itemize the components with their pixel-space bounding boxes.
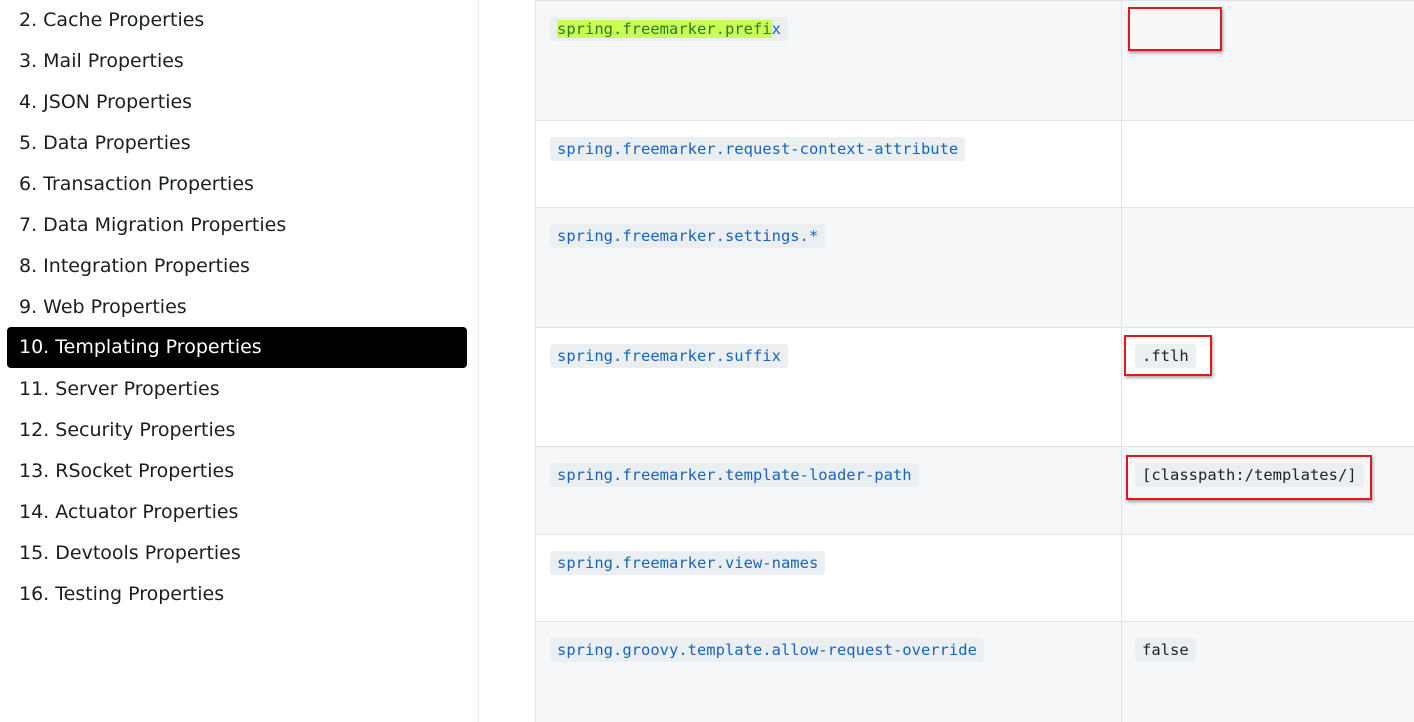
sidebar-item-actuator-properties[interactable]: 14. Actuator Properties — [7, 492, 467, 533]
column-divider — [1121, 1, 1122, 120]
table-row: spring.freemarker.settings.* — [536, 208, 1414, 328]
annotation-box-suffix — [1124, 335, 1212, 376]
sidebar-item-security-properties[interactable]: 12. Security Properties — [7, 410, 467, 451]
column-divider — [1121, 622, 1122, 722]
search-highlight: spring.freemarker.prefi — [557, 20, 772, 38]
sidebar-item-mail-properties[interactable]: 3. Mail Properties — [7, 41, 467, 82]
table-row: spring.freemarker.prefix — [536, 0, 1414, 121]
sidebar-item-server-properties[interactable]: 11. Server Properties — [7, 369, 467, 410]
sidebar-item-cache-properties[interactable]: 2. Cache Properties — [7, 0, 467, 41]
properties-table: spring.freemarker.prefix spring.freemark… — [535, 0, 1414, 722]
sidebar-item-web-properties[interactable]: 9. Web Properties — [7, 287, 467, 328]
sidebar-item-json-properties[interactable]: 4. JSON Properties — [7, 82, 467, 123]
sidebar-nav: 2. Cache Properties 3. Mail Properties 4… — [0, 0, 479, 722]
property-name: spring.freemarker.template-loader-path — [550, 463, 919, 487]
property-name: spring.freemarker.request-context-attrib… — [550, 137, 966, 161]
property-name: spring.freemarker.settings.* — [550, 224, 826, 248]
table-row: spring.freemarker.request-context-attrib… — [536, 121, 1414, 208]
sidebar-item-integration-properties[interactable]: 8. Integration Properties — [7, 246, 467, 287]
sidebar-item-data-properties[interactable]: 5. Data Properties — [7, 123, 467, 164]
table-row: spring.groovy.template.allow-request-ove… — [536, 622, 1414, 722]
sidebar-item-rsocket-properties[interactable]: 13. RSocket Properties — [7, 451, 467, 492]
property-name: spring.groovy.template.allow-request-ove… — [550, 638, 984, 662]
table-row: spring.freemarker.suffix .ftlh — [536, 328, 1414, 447]
column-divider — [1121, 535, 1122, 621]
column-divider — [1121, 208, 1122, 327]
sidebar-item-transaction-properties[interactable]: 6. Transaction Properties — [7, 164, 467, 205]
property-name: spring.freemarker.prefix — [550, 17, 788, 41]
default-value: false — [1135, 638, 1196, 662]
property-name: spring.freemarker.suffix — [550, 344, 788, 368]
column-divider — [1121, 447, 1122, 534]
sidebar-item-testing-properties[interactable]: 16. Testing Properties — [7, 574, 467, 615]
column-divider — [1121, 121, 1122, 207]
sidebar-item-data-migration-properties[interactable]: 7. Data Migration Properties — [7, 205, 467, 246]
column-divider — [1121, 328, 1122, 446]
sidebar-item-devtools-properties[interactable]: 15. Devtools Properties — [7, 533, 467, 574]
sidebar-item-templating-properties[interactable]: 10. Templating Properties — [7, 327, 467, 368]
table-row: spring.freemarker.view-names — [536, 535, 1414, 622]
annotation-box-empty-prefix — [1128, 7, 1222, 51]
property-name: spring.freemarker.view-names — [550, 551, 826, 575]
annotation-box-template-loader-path — [1126, 455, 1372, 500]
